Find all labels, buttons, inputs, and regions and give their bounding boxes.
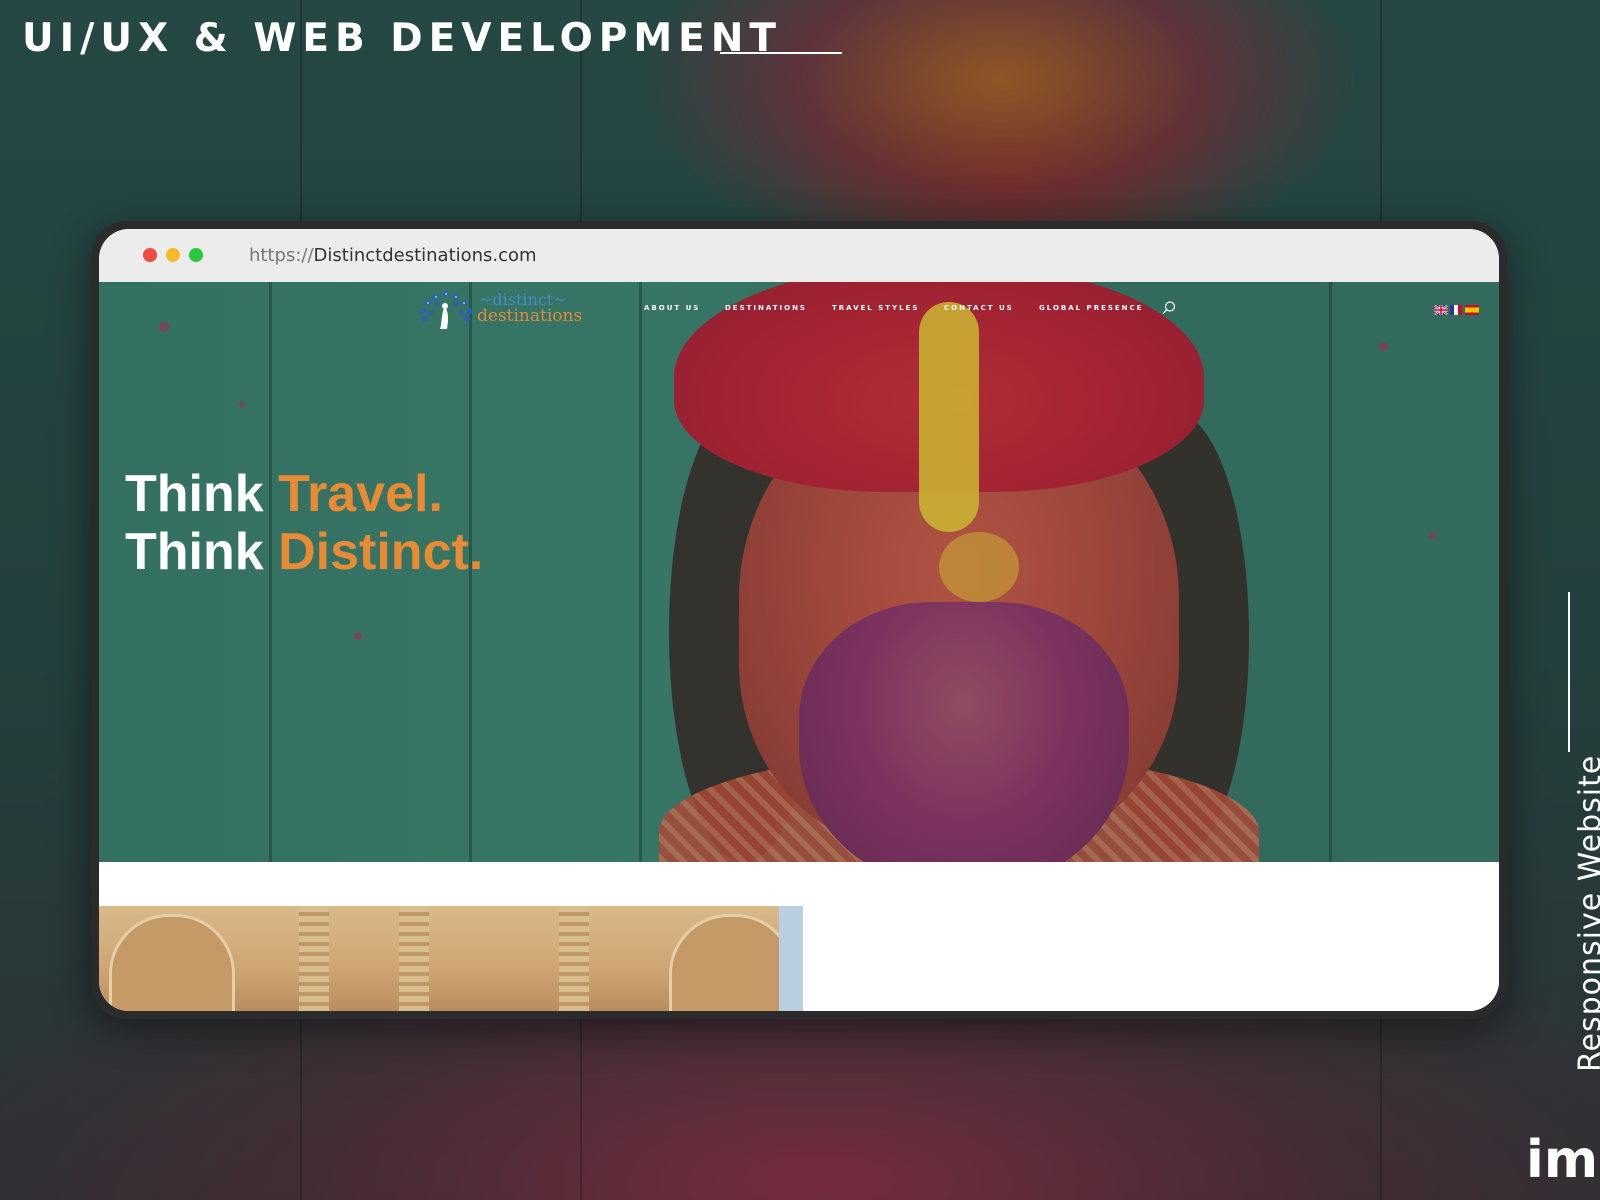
image-sky — [779, 906, 803, 1011]
france-flag-icon[interactable] — [1450, 305, 1462, 315]
hero-tagline-line1: Think Travel. — [125, 468, 443, 520]
hero-section: ~distinct~ destinations ABOUT US DESTINA… — [99, 282, 1499, 862]
tagline-think: Think — [125, 465, 264, 523]
minimize-window-dot[interactable] — [166, 248, 180, 262]
nav-about-us[interactable]: ABOUT US — [644, 304, 700, 312]
browser-window: https://Distinctdestinations.com ~distin… — [91, 221, 1507, 1019]
logo-text-destinations[interactable]: destinations — [477, 306, 582, 326]
headline-underline — [720, 52, 842, 54]
image-panel — [399, 906, 429, 1011]
image-panel — [559, 906, 589, 1011]
address-bar[interactable]: https://Distinctdestinations.com — [249, 245, 537, 266]
side-rule — [1568, 592, 1570, 752]
nav-contact-us[interactable]: CONTACT US — [944, 304, 1014, 312]
tagline-travel: Travel. — [278, 465, 443, 523]
url-host: Distinctdestinations.com — [313, 245, 537, 266]
destination-image[interactable] — [99, 906, 803, 1011]
nav-destinations[interactable]: DESTINATIONS — [725, 304, 807, 312]
nav-travel-styles[interactable]: TRAVEL STYLES — [832, 304, 919, 312]
browser-toolbar: https://Distinctdestinations.com — [99, 229, 1499, 282]
hero-tagline-line2: Think Distinct. — [125, 526, 483, 578]
nav-global-presence[interactable]: GLOBAL PRESENCE — [1039, 304, 1143, 312]
slide-headline: UI/UX & WEB DEVELOPMENT — [22, 16, 783, 61]
side-label: Responsive Website — [1573, 754, 1600, 1072]
tagline-think: Think — [125, 523, 264, 581]
uk-flag-icon[interactable] — [1434, 305, 1448, 315]
url-protocol: https:// — [249, 245, 314, 266]
image-arch — [669, 914, 795, 1011]
browser-viewport: https://Distinctdestinations.com ~distin… — [99, 229, 1499, 1011]
peacock-logo-icon[interactable] — [411, 288, 481, 330]
tagline-distinct: Distinct. — [278, 523, 484, 581]
close-window-dot[interactable] — [143, 248, 157, 262]
image-arch — [109, 914, 235, 1011]
search-icon[interactable] — [1161, 300, 1177, 316]
maximize-window-dot[interactable] — [189, 248, 203, 262]
brand-logo: im — [1526, 1130, 1599, 1190]
spain-flag-icon[interactable] — [1465, 305, 1479, 315]
image-panel — [299, 906, 329, 1011]
